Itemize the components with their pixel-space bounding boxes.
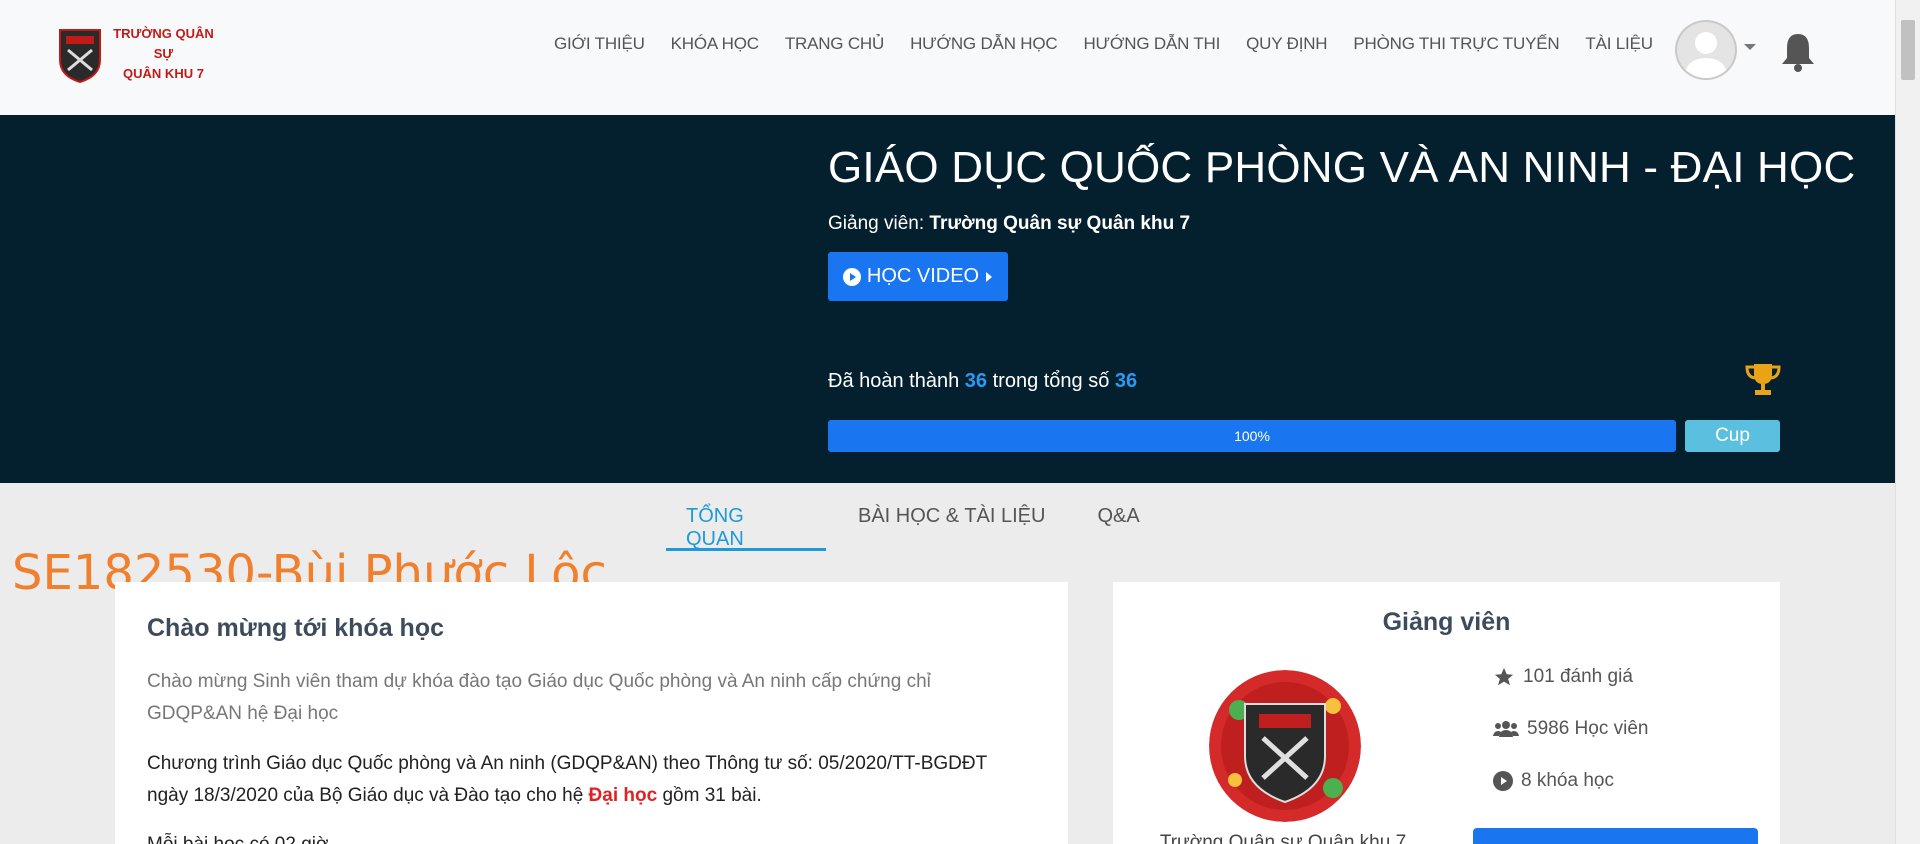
users-icon — [1493, 721, 1519, 737]
logo-line-1: TRƯỜNG QUÂN SỰ — [113, 26, 214, 61]
overview-card: Chào mừng tới khóa học Chào mừng Sinh vi… — [115, 582, 1068, 844]
instructor-line: Giảng viên: Trường Quân sự Quân khu 7 — [828, 213, 1190, 235]
progress-percent-label: 100% — [1234, 428, 1270, 444]
course-title: GIÁO DỤC QUỐC PHÒNG VÀ AN NINH - ĐẠI HỌC — [828, 143, 1856, 192]
student-count: 5986 Học viên — [1527, 718, 1649, 739]
lesson-duration-text: Mỗi bài học có 02 giờ — [147, 834, 328, 844]
caret-right-icon — [986, 271, 993, 282]
course-banner: GIÁO DỤC QUỐC PHÒNG VÀ AN NINH - ĐẠI HỌC… — [0, 115, 1895, 483]
nav-khoa-hoc[interactable]: KHÓA HỌC — [671, 34, 759, 54]
course-count: 8 khóa học — [1521, 770, 1614, 791]
military-shield-logo-icon — [59, 29, 101, 84]
video-button-label: HỌC VIDEO — [866, 265, 980, 287]
nav-gioi-thieu[interactable]: GIỚI THIỆU — [554, 34, 645, 54]
course-tabs: TỔNG QUAN BÀI HỌC & TÀI LIỆU Q&A — [666, 505, 1172, 551]
progress-summary: Đã hoàn thành 36 trong tổng số 36 — [828, 370, 1137, 393]
progress-prefix: Đã hoàn thành — [828, 370, 960, 392]
welcome-title: Chào mừng tới khóa học — [147, 614, 444, 642]
tab-bai-hoc-tai-lieu[interactable]: BÀI HỌC & TÀI LIỆU — [838, 505, 1065, 551]
students-stat: 5986 Học viên — [1493, 718, 1648, 740]
instructor-card: Giảng viên Trường Quân sự Quân khu 7 101… — [1113, 582, 1780, 844]
nav-quy-dinh[interactable]: QUY ĐỊNH — [1246, 34, 1327, 54]
cup-button[interactable]: Cup — [1685, 420, 1780, 452]
play-circle-icon — [842, 267, 861, 286]
user-avatar[interactable] — [1675, 20, 1737, 80]
instructor-label: Giảng viên: — [828, 213, 925, 234]
progress-fill: 100% — [828, 420, 1676, 452]
rating-stat: 101 đánh giá — [1493, 666, 1633, 688]
program-suffix: gồm 31 bài. — [662, 785, 762, 806]
program-text: Chương trình Giáo dục Quốc phòng và An n… — [147, 753, 987, 806]
instructor-action-button[interactable] — [1473, 828, 1758, 844]
completed-count: 36 — [964, 370, 988, 392]
courses-stat: 8 khóa học — [1493, 770, 1614, 792]
user-silhouette-icon — [1684, 32, 1728, 78]
instructor-name[interactable]: Trường Quân sự Quân khu 7 — [929, 213, 1190, 234]
instructor-logo-icon[interactable] — [1209, 670, 1361, 822]
chevron-down-icon[interactable] — [1744, 44, 1756, 50]
nav-tai-lieu[interactable]: TÀI LIỆU — [1585, 34, 1653, 54]
page-scrollbar[interactable] — [1895, 0, 1920, 844]
scrollbar-thumb[interactable] — [1901, 20, 1915, 80]
nav-trang-chu[interactable]: TRANG CHỦ — [785, 34, 884, 54]
video-learning-button[interactable]: HỌC VIDEO — [828, 252, 1008, 301]
play-circle-icon — [1493, 771, 1513, 791]
top-navbar: TRƯỜNG QUÂN SỰ QUÂN KHU 7 GIỚI THIỆU KHÓ… — [0, 0, 1895, 115]
instructor-card-name: Trường Quân sự Quân khu 7 — [1159, 832, 1407, 844]
nav-huong-dan-hoc[interactable]: HƯỚNG DẪN HỌC — [910, 34, 1058, 54]
rating-count: 101 đánh giá — [1523, 666, 1633, 687]
tab-tong-quan[interactable]: TỔNG QUAN — [666, 505, 826, 551]
nav-phong-thi-truc-tuyen[interactable]: PHÒNG THI TRỰC TUYẾN — [1353, 34, 1559, 54]
logo-line-2: QUÂN KHU 7 — [123, 66, 204, 81]
bell-icon[interactable] — [1779, 30, 1817, 72]
instructor-card-title: Giảng viên — [1382, 608, 1511, 636]
trophy-icon — [1745, 364, 1781, 395]
tab-qa[interactable]: Q&A — [1077, 505, 1159, 551]
program-highlight: Đại học — [588, 785, 658, 806]
site-logo[interactable]: TRƯỜNG QUÂN SỰ QUÂN KHU 7 — [58, 24, 221, 84]
total-count: 36 — [1114, 370, 1138, 392]
main-nav: GIỚI THIỆU KHÓA HỌC TRANG CHỦ HƯỚNG DẪN … — [554, 34, 1679, 54]
star-icon — [1494, 667, 1514, 686]
progress-middle: trong tổng số — [992, 370, 1110, 392]
course-progress-bar: 100% — [828, 420, 1676, 452]
program-description: Chương trình Giáo dục Quốc phòng và An n… — [147, 748, 1027, 812]
nav-huong-dan-thi[interactable]: HƯỚNG DẪN THI — [1083, 34, 1220, 54]
intro-text: Chào mừng Sinh viên tham dự khóa đào tạo… — [147, 671, 931, 724]
